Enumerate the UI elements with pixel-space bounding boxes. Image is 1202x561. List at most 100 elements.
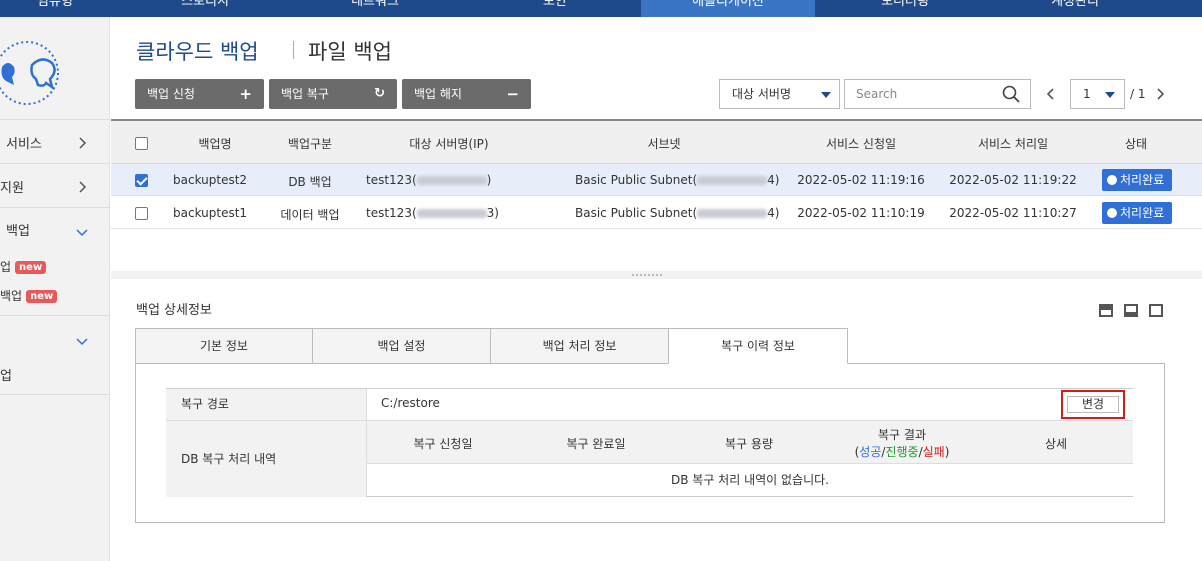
server-name-text: test123( xyxy=(366,206,417,220)
server-name: test123( 3) xyxy=(366,206,499,220)
backup-restore-button[interactable]: 백업 복구 ↻ xyxy=(269,79,397,109)
server-name-end: 3) xyxy=(486,206,499,220)
chevron-right-icon[interactable] xyxy=(1153,87,1167,101)
status-text: 처리완료 xyxy=(1120,173,1165,187)
sidebar-item-label: 서비스 xyxy=(6,137,42,152)
top-nav: 임유형 스토리지 네트워크 보안 애플리케이션 모니터링 계정관리 xyxy=(0,0,1202,17)
column-header[interactable]: 백업구분 xyxy=(288,135,332,152)
backup-cancel-button[interactable]: 백업 해지 − xyxy=(402,79,531,109)
sidebar-item-label: 지원 xyxy=(0,181,24,196)
resize-splitter[interactable] xyxy=(111,271,1202,279)
caret-down-icon xyxy=(821,92,831,98)
change-button[interactable]: 변경 xyxy=(1067,396,1119,413)
caret-down-icon xyxy=(1105,92,1115,98)
column-header[interactable]: 서브넷 xyxy=(647,135,680,152)
title-divider xyxy=(293,41,294,59)
applied-date: 2022-05-02 11:10:19 xyxy=(797,206,925,220)
chevron-left-icon[interactable] xyxy=(1044,87,1058,101)
restore-path-value: C:/restore xyxy=(381,396,440,410)
row-checkbox[interactable] xyxy=(135,174,148,187)
chevron-right-icon[interactable] xyxy=(76,181,88,193)
restore-panel-icon[interactable] xyxy=(1124,304,1138,317)
backup-apply-button[interactable]: 백업 신청 + xyxy=(135,79,264,109)
nav-item-account[interactable]: 계정관리 xyxy=(1000,0,1150,17)
nav-item-application[interactable]: 애플리케이션 xyxy=(641,0,815,17)
sidebar-item-label: 업 xyxy=(0,369,12,384)
subnet-text: Basic Public Subnet( xyxy=(575,173,698,187)
chevron-right-icon[interactable] xyxy=(76,137,88,149)
tab-backup-processing[interactable]: 백업 처리 정보 xyxy=(490,328,669,364)
button-label: 백업 복구 xyxy=(281,87,329,101)
sidebar-divider xyxy=(0,394,110,395)
page-total: / 1 xyxy=(1130,87,1146,101)
column-header[interactable]: 상태 xyxy=(1125,135,1147,152)
result-fail: 실패 xyxy=(922,445,945,459)
sidebar-item-backup[interactable]: 백업 xyxy=(6,220,116,239)
page-select[interactable]: 1 xyxy=(1070,79,1125,109)
redacted-ip xyxy=(697,176,768,185)
nav-item-security[interactable]: 보안 xyxy=(480,0,630,17)
refresh-icon: ↻ xyxy=(374,86,385,101)
redacted-ip xyxy=(416,176,487,185)
nav-item-storage[interactable]: 스토리지 xyxy=(130,0,280,17)
table-row[interactable]: backuptest1 데이터 백업 test123(3) Basic Publ… xyxy=(111,197,1202,229)
tab-restore-history[interactable]: 복구 이력 정보 xyxy=(668,328,848,364)
new-badge: new xyxy=(26,290,58,303)
sidebar-item-support[interactable]: 지원 xyxy=(0,177,110,196)
row-checkbox[interactable] xyxy=(135,207,148,220)
column-header[interactable]: 대상 서버명(IP) xyxy=(409,135,488,152)
search-placeholder: Search xyxy=(856,87,898,101)
subnet-text: Basic Public Subnet( xyxy=(575,206,698,220)
sidebar-divider xyxy=(0,163,110,164)
db-history-label: DB 복구 처리 내역 xyxy=(166,421,367,497)
button-label: 백업 신청 xyxy=(147,87,195,101)
consulting-icon xyxy=(0,41,59,105)
sidebar-item-label: 업 xyxy=(0,260,12,274)
grip-icon xyxy=(632,274,662,276)
redacted-ip xyxy=(697,209,768,218)
minus-icon: − xyxy=(506,85,519,103)
backup-name: backuptest2 xyxy=(173,173,248,187)
change-path-highlight: 변경 xyxy=(1061,390,1125,419)
nav-item-compute[interactable]: 임유형 xyxy=(0,0,110,17)
search-icon[interactable] xyxy=(1002,85,1020,103)
sidebar-divider xyxy=(0,119,110,120)
sidebar-divider xyxy=(0,207,110,208)
status-text: 처리완료 xyxy=(1120,206,1165,220)
sidebar-item-service[interactable]: 서비스 xyxy=(6,133,116,152)
nav-item-network[interactable]: 네트워크 xyxy=(300,0,450,17)
minimize-panel-icon[interactable] xyxy=(1099,304,1113,317)
column-header[interactable]: 백업명 xyxy=(198,135,231,152)
plus-icon: + xyxy=(239,85,252,103)
backup-type: DB 백업 xyxy=(288,175,332,189)
sidebar-item-label: 백업 xyxy=(6,224,30,239)
status-badge: 처리완료 xyxy=(1102,202,1172,224)
chevron-down-icon[interactable] xyxy=(76,226,88,238)
table-header: 백업명 백업구분 대상 서버명(IP) 서브넷 서비스 신청일 서비스 처리일 … xyxy=(111,119,1202,164)
history-column-applied: 복구 신청일 xyxy=(413,437,473,451)
column-header[interactable]: 서비스 신청일 xyxy=(826,135,896,152)
maximize-panel-icon[interactable] xyxy=(1149,304,1163,317)
sidebar-subitem[interactable]: 업 xyxy=(0,365,110,384)
history-column-size: 복구 용량 xyxy=(725,437,773,451)
tab-basic-info[interactable]: 기본 정보 xyxy=(135,328,313,364)
sidebar: 서비스 지원 백업 업 new 백업 new 업 xyxy=(0,17,110,561)
table-row[interactable]: backuptest2 DB 백업 test123() Basic Public… xyxy=(111,164,1202,196)
sidebar-subitem-file-backup[interactable]: 백업 new xyxy=(0,287,110,304)
sidebar-divider xyxy=(0,315,110,316)
chevron-down-icon[interactable] xyxy=(76,335,88,347)
history-header: 복구 신청일 복구 완료일 복구 용량 복구 결과 (성공/진행중/실패) 상세 xyxy=(367,421,1133,464)
nav-item-monitoring[interactable]: 모니터링 xyxy=(830,0,980,17)
page-current: 1 xyxy=(1083,87,1091,101)
tab-backup-settings[interactable]: 백업 설정 xyxy=(312,328,491,364)
search-input[interactable]: Search xyxy=(844,79,1031,109)
sidebar-subitem-db-backup[interactable]: 업 new xyxy=(0,258,110,275)
redacted-ip xyxy=(416,209,487,218)
applied-date: 2022-05-02 11:19:16 xyxy=(797,173,925,187)
new-badge: new xyxy=(15,261,47,274)
select-all-checkbox[interactable] xyxy=(135,137,148,150)
processed-date: 2022-05-02 11:19:22 xyxy=(949,173,1077,187)
status-badge: 처리완료 xyxy=(1102,169,1172,191)
column-header[interactable]: 서비스 처리일 xyxy=(978,135,1048,152)
server-select[interactable]: 대상 서버명 xyxy=(719,79,840,109)
